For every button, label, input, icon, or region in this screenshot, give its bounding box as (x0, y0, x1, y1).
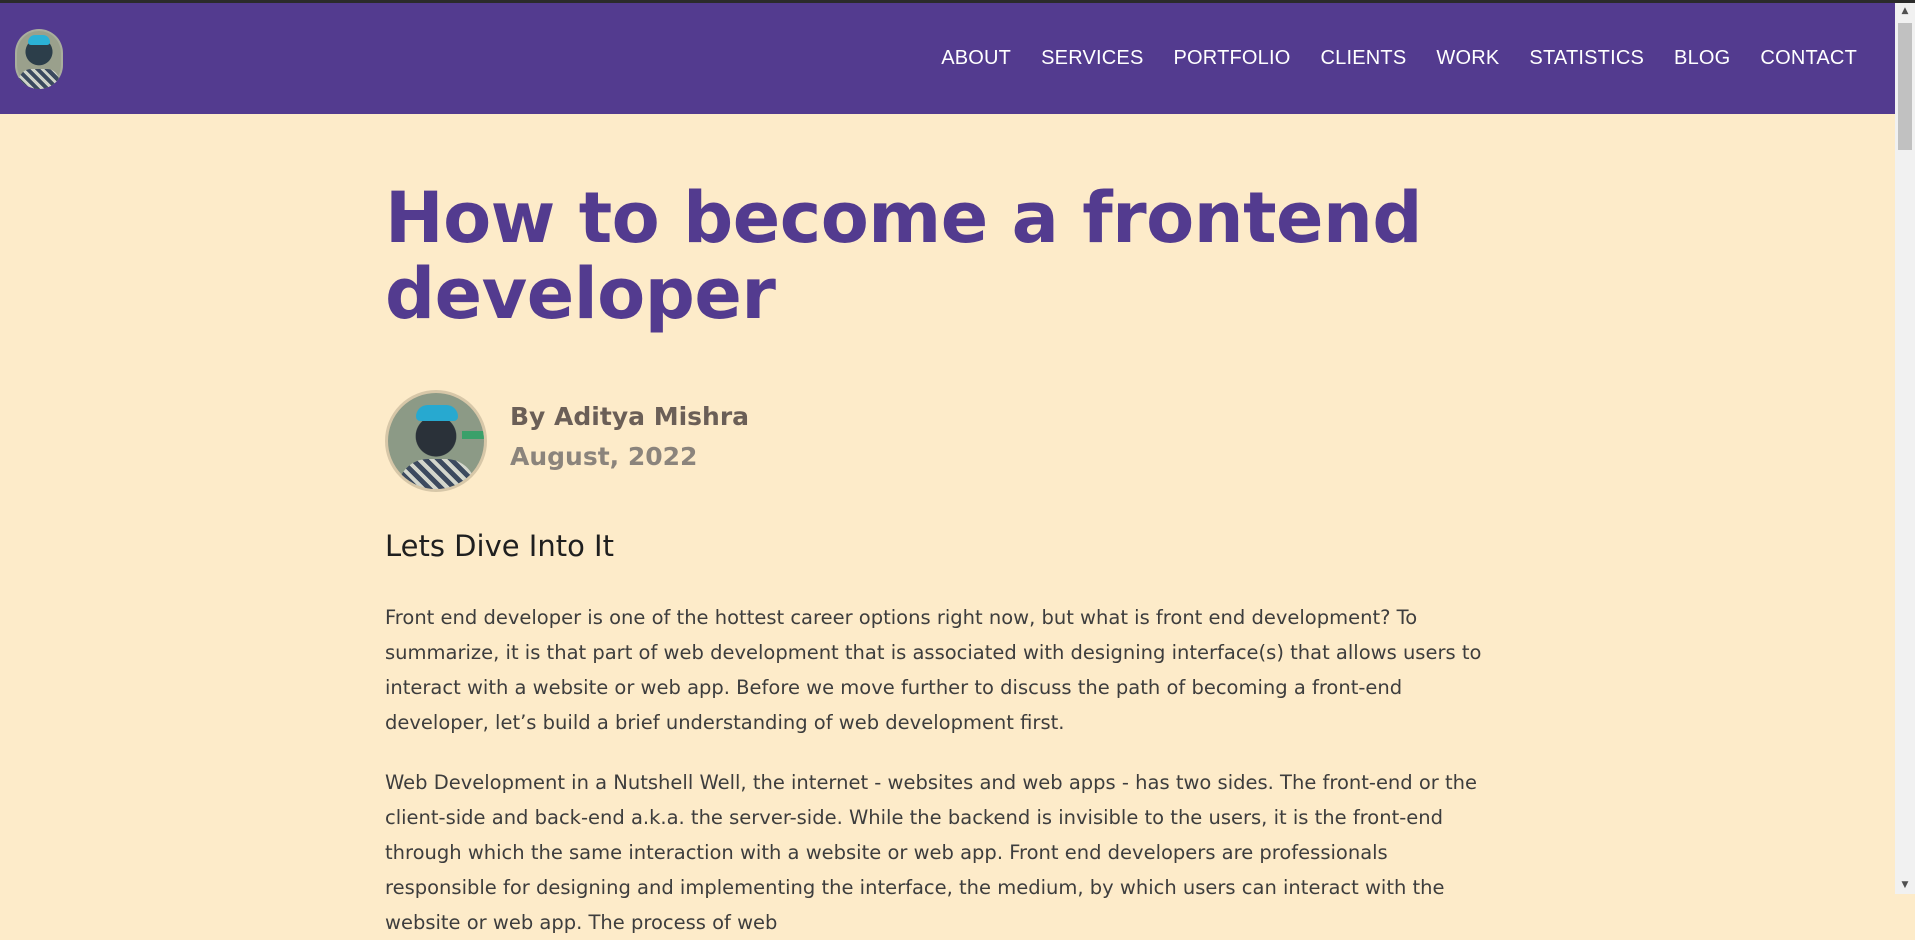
top-navbar: ABOUT SERVICES PORTFOLIO CLIENTS WORK ST… (0, 3, 1895, 114)
nav-services[interactable]: SERVICES (1041, 47, 1143, 70)
nav-about[interactable]: ABOUT (941, 47, 1011, 70)
author-name: By Aditya Mishra (510, 402, 750, 431)
scrollbar-thumb[interactable] (1898, 23, 1912, 150)
post-date: August, 2022 (510, 442, 698, 471)
logo-hair (28, 35, 50, 45)
nav-clients[interactable]: CLIENTS (1321, 47, 1407, 70)
avatar-hair (416, 405, 458, 421)
scroll-up-arrow-icon[interactable]: ▲ (1895, 3, 1915, 20)
author-avatar (385, 390, 487, 492)
nav-portfolio[interactable]: PORTFOLIO (1174, 47, 1291, 70)
blog-post: How to become a frontend developer By Ad… (385, 177, 1505, 934)
avatar-shirt (398, 459, 476, 489)
nav-blog[interactable]: BLOG (1674, 47, 1730, 70)
paragraph: Web Development in a Nutshell Well, the … (385, 771, 1478, 934)
section-heading: Lets Dive Into It (385, 529, 614, 563)
logo-avatar[interactable] (15, 29, 63, 89)
avatar-background-stripe (462, 431, 484, 439)
logo-shirt (19, 69, 59, 89)
nav-contact[interactable]: CONTACT (1760, 47, 1857, 70)
nav-work[interactable]: WORK (1436, 47, 1499, 70)
nav-statistics[interactable]: STATISTICS (1529, 47, 1644, 70)
main-nav: ABOUT SERVICES PORTFOLIO CLIENTS WORK ST… (941, 3, 1857, 114)
author-block: By Aditya Mishra August, 2022 (385, 390, 985, 492)
post-title: How to become a frontend developer (385, 177, 1422, 335)
vertical-scrollbar[interactable]: ▲ ▼ (1895, 3, 1915, 894)
scroll-down-arrow-icon[interactable]: ▼ (1895, 877, 1915, 894)
paragraph: Front end developer is one of the hottes… (385, 606, 1482, 734)
